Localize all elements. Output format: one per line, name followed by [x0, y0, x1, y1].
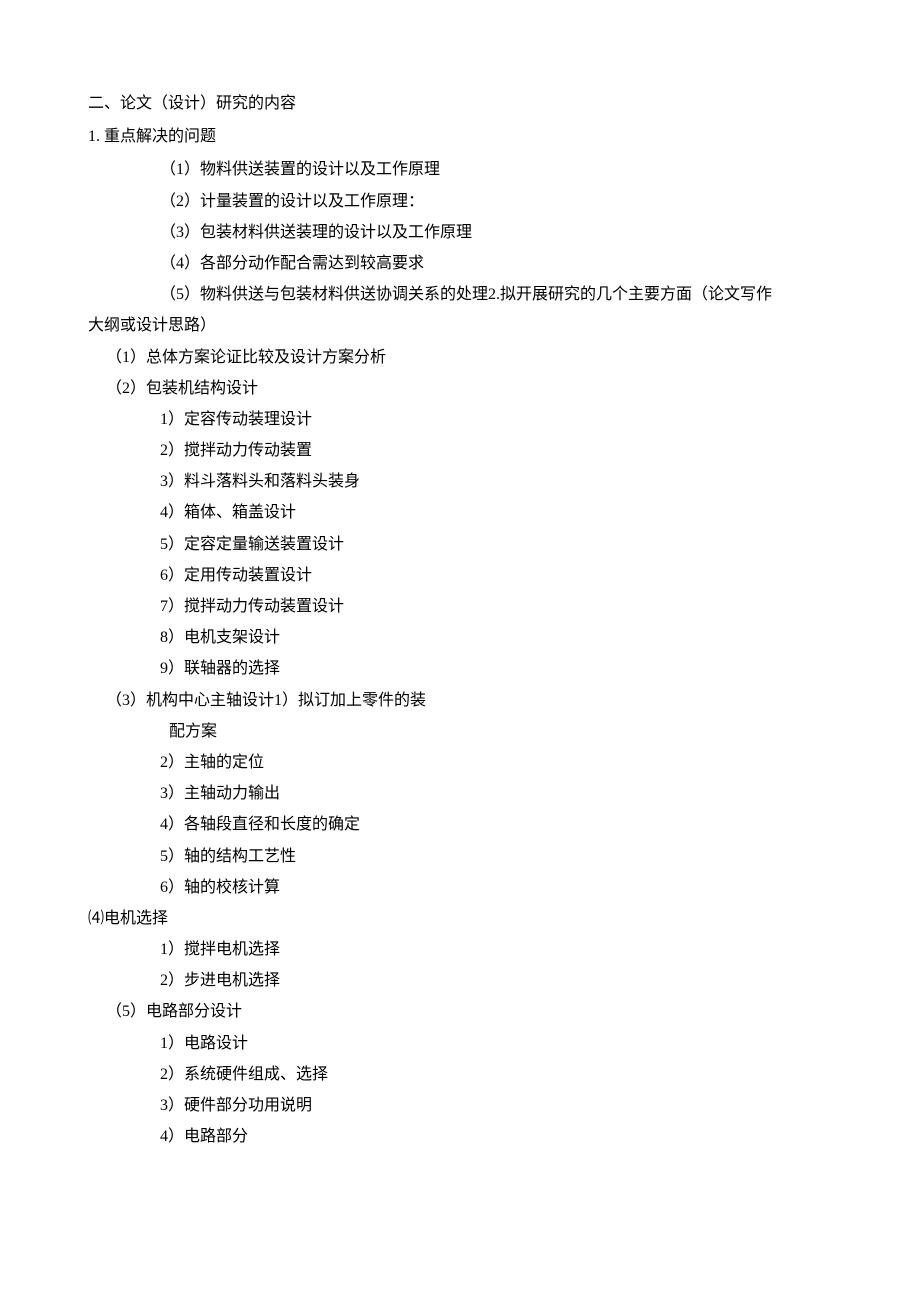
outline-item-1: （1）总体方案论证比较及设计方案分析	[88, 342, 832, 373]
outline2-sub-3: 3）料斗落料头和落料头装身	[160, 466, 832, 497]
outline-item-3-title: （3）机构中心主轴设计1）拟订加上零件的装	[88, 685, 832, 716]
outline-item-4-title: ⑷电机选择	[88, 903, 832, 934]
outline2-sub-7: 7）搅拌动力传动装置设计	[160, 591, 832, 622]
outline2-sub-8: 8）电机支架设计	[160, 622, 832, 653]
subsection-1-heading: 1. 重点解决的问题	[88, 121, 832, 152]
sub1-continuation: 大纲或设计思路）	[88, 310, 832, 341]
outline2-sub-2: 2）搅拌动力传动装置	[160, 435, 832, 466]
outline-item-2-title: （2）包装机结构设计	[88, 373, 832, 404]
sub1-item-5: （5）物料供送与包装材料供送协调关系的处理2.拟开展研究的几个主要方面（论文写作	[160, 279, 832, 310]
outline2-sub-4: 4）箱体、箱盖设计	[160, 497, 832, 528]
outline3-sub-4: 4）各轴段直径和长度的确定	[160, 809, 832, 840]
outline5-sub-3: 3）硬件部分功用说明	[160, 1090, 832, 1121]
outline3-sub-6: 6）轴的校核计算	[160, 872, 832, 903]
sub1-item-2: （2）计量装置的设计以及工作原理：	[160, 186, 832, 217]
outline2-sub-9: 9）联轴器的选择	[160, 653, 832, 684]
outline4-sub-2: 2）步进电机选择	[160, 965, 832, 996]
outline2-sub-1: 1）定容传动装理设计	[160, 404, 832, 435]
outline3-sub-3: 3）主轴动力输出	[160, 778, 832, 809]
sub1-item-1: （1）物料供送装置的设计以及工作原理	[160, 154, 832, 185]
section-heading: 二、论文（设计）研究的内容	[88, 88, 832, 119]
outline2-sub-5: 5）定容定量输送装置设计	[160, 529, 832, 560]
outline-item-3-cont: 配方案	[88, 716, 832, 747]
outline5-sub-1: 1）电路设计	[160, 1028, 832, 1059]
outline4-sub-1: 1）搅拌电机选择	[160, 934, 832, 965]
outline5-sub-4: 4）电路部分	[160, 1121, 832, 1152]
outline3-sub-2: 2）主轴的定位	[160, 747, 832, 778]
outline5-sub-2: 2）系统硬件组成、选择	[160, 1059, 832, 1090]
sub1-item-3: （3）包装材料供送装理的设计以及工作原理	[160, 217, 832, 248]
outline3-sub-5: 5）轴的结构工艺性	[160, 841, 832, 872]
outline2-sub-6: 6）定用传动装置设计	[160, 560, 832, 591]
outline-item-5-title: （5）电路部分设计	[88, 996, 832, 1027]
sub1-item-4: （4）各部分动作配合需达到较高要求	[160, 248, 832, 279]
document-page: 二、论文（设计）研究的内容 1. 重点解决的问题 （1）物料供送装置的设计以及工…	[88, 88, 832, 1152]
